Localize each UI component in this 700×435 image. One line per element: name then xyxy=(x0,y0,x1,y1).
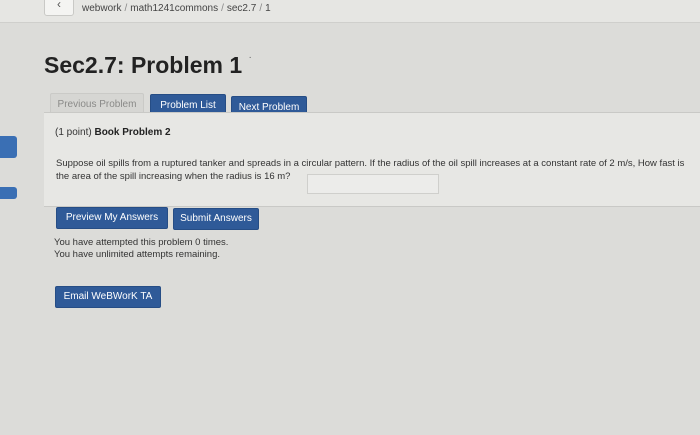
preview-answers-button[interactable]: Preview My Answers xyxy=(56,207,168,229)
breadcrumb-separator: / xyxy=(259,3,263,14)
breadcrumb-item-webwork[interactable]: webwork xyxy=(82,3,121,14)
back-button[interactable]: ‹ xyxy=(44,0,74,16)
breadcrumb-separator: / xyxy=(124,3,128,14)
attempts-remaining-text: You have unlimited attempts remaining. xyxy=(54,249,220,260)
problem-name: Book Problem 2 xyxy=(94,127,171,138)
attempts-status: You have attempted this problem 0 times.… xyxy=(54,237,228,261)
breadcrumb-item-course[interactable]: math1241commons xyxy=(130,3,218,14)
left-edge-accent xyxy=(0,187,17,199)
answer-input[interactable] xyxy=(307,174,439,194)
left-edge-accent xyxy=(0,136,17,158)
submit-answers-button[interactable]: Submit Answers xyxy=(173,208,259,230)
page-title: Sec2.7: Problem 1 · xyxy=(44,52,252,78)
breadcrumb-item-set[interactable]: sec2.7 xyxy=(227,3,256,14)
problem-text-line: Suppose oil spills from a ruptured tanke… xyxy=(56,158,685,169)
attempts-count-text: You have attempted this problem 0 times. xyxy=(54,237,229,248)
breadcrumb: webwork / math1241commons / sec2.7/1 xyxy=(82,3,271,14)
breadcrumb-separator: / xyxy=(221,3,224,14)
email-ta-button[interactable]: Email WeBWorK TA xyxy=(55,286,161,308)
breadcrumb-item-problem: 1 xyxy=(265,3,271,14)
problem-header: (1 point) Book Problem 2 xyxy=(55,127,171,138)
problem-points: (1 point) xyxy=(55,127,92,138)
